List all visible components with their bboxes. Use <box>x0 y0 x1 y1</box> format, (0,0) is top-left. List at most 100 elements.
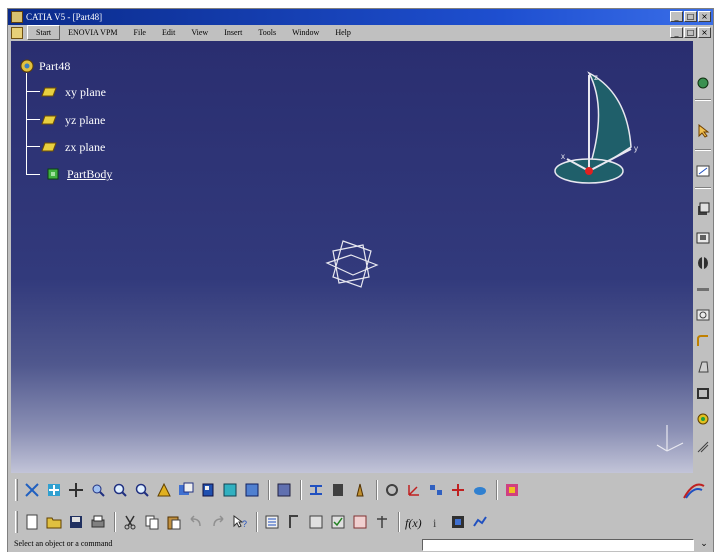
shaft-icon[interactable] <box>695 255 711 271</box>
axis-icon[interactable] <box>328 480 348 500</box>
undo-icon[interactable] <box>186 512 206 532</box>
tree-connector <box>26 119 40 120</box>
select-icon[interactable] <box>695 123 711 139</box>
command-dropdown-icon[interactable]: ⌄ <box>698 539 710 551</box>
apply-material-icon[interactable] <box>382 480 402 500</box>
toolbar-grip[interactable] <box>15 479 18 501</box>
knowledge-icon[interactable] <box>426 480 446 500</box>
3d-viewport[interactable]: Part48 xy plane yz plane zx plane PartBo… <box>11 41 693 473</box>
new-icon[interactable] <box>22 512 42 532</box>
shell-icon[interactable] <box>695 385 711 401</box>
plane-icon <box>41 115 57 125</box>
whats-this-icon[interactable]: ? <box>230 512 250 532</box>
hide-show-icon[interactable] <box>242 480 262 500</box>
menu-view[interactable]: View <box>183 26 216 39</box>
compass-tool-icon[interactable] <box>695 75 711 91</box>
zoom-area-icon[interactable] <box>88 480 108 500</box>
pad-icon[interactable] <box>695 201 711 217</box>
boolean-icon[interactable] <box>695 411 711 427</box>
menu-insert[interactable]: Insert <box>216 26 250 39</box>
swap-visible-space-icon[interactable] <box>274 480 294 500</box>
sketcher-icon[interactable] <box>695 163 711 179</box>
info-icon[interactable]: i <box>426 512 446 532</box>
hole-icon[interactable] <box>695 307 711 323</box>
doc-minimize-button[interactable]: _ <box>670 27 683 38</box>
rib-icon[interactable] <box>695 281 711 297</box>
toolbar-separator <box>268 480 270 500</box>
normal-view-icon[interactable] <box>154 480 174 500</box>
menu-help[interactable]: Help <box>327 26 359 39</box>
reaction-icon[interactable] <box>350 512 370 532</box>
svg-text:f(x): f(x) <box>405 516 422 530</box>
document-icon[interactable] <box>11 26 23 39</box>
copy-icon[interactable] <box>142 512 162 532</box>
compass-z-label: z <box>594 73 598 82</box>
fit-all-icon[interactable] <box>22 480 42 500</box>
pan-icon[interactable] <box>44 480 64 500</box>
menu-window[interactable]: Window <box>284 26 327 39</box>
multi-view-icon[interactable] <box>176 480 196 500</box>
pocket-icon[interactable] <box>695 229 711 245</box>
rendering-style-icon[interactable] <box>502 480 522 500</box>
measure-icon[interactable] <box>306 480 326 500</box>
part-icon <box>20 59 34 73</box>
f-of-x-icon[interactable]: f(x) <box>404 512 424 532</box>
status-message: Select an object or a command <box>14 539 113 548</box>
standard-toolbar: ? f(x) i <box>11 507 711 537</box>
product-icon[interactable] <box>448 512 468 532</box>
close-button[interactable]: × <box>698 11 711 22</box>
draft-icon[interactable] <box>695 359 711 375</box>
svg-text:i: i <box>433 516 437 530</box>
analysis-icon[interactable] <box>404 480 424 500</box>
parameters-icon[interactable] <box>284 512 304 532</box>
doc-close-button[interactable]: × <box>698 27 711 38</box>
zoom-in-icon[interactable] <box>110 480 130 500</box>
formula-icon[interactable] <box>262 512 282 532</box>
render-icon[interactable] <box>470 480 490 500</box>
maximize-button[interactable]: □ <box>684 11 697 22</box>
reference-planes[interactable] <box>321 237 383 295</box>
design-table-icon[interactable] <box>372 512 392 532</box>
command-input[interactable] <box>422 539 694 551</box>
tree-connector <box>26 91 40 92</box>
minimize-button[interactable]: _ <box>670 11 683 22</box>
rule-icon[interactable] <box>306 512 326 532</box>
sketch-analysis-icon[interactable] <box>448 480 468 500</box>
constraint-icon[interactable] <box>695 439 711 455</box>
menu-start[interactable]: Start <box>27 25 61 40</box>
publish-icon[interactable] <box>470 512 490 532</box>
catia-app-icon[interactable] <box>11 11 23 23</box>
menu-edit[interactable]: Edit <box>154 26 183 39</box>
menu-file[interactable]: File <box>126 26 154 39</box>
tree-item-label: zx plane <box>65 140 106 154</box>
save-icon[interactable] <box>66 512 86 532</box>
toolbar-grip[interactable] <box>15 511 18 533</box>
window-title: CATIA V5 - [Part48] <box>26 12 103 22</box>
menu-enovia[interactable]: ENOVIA VPM <box>60 26 125 39</box>
zoom-out-icon[interactable] <box>132 480 152 500</box>
doc-restore-button[interactable]: □ <box>684 27 697 38</box>
view-toolbar <box>11 475 711 505</box>
tree-item-label: PartBody <box>67 167 113 181</box>
open-icon[interactable] <box>44 512 64 532</box>
redo-icon[interactable] <box>208 512 228 532</box>
compass-x-label: x <box>561 152 565 161</box>
print-icon[interactable] <box>88 512 108 532</box>
tree-connector <box>26 174 40 175</box>
tree-root-label: Part48 <box>39 59 71 73</box>
plane-icon <box>41 87 57 97</box>
menu-tools[interactable]: Tools <box>250 26 284 39</box>
edge-fillet-icon[interactable] <box>695 333 711 349</box>
toolbar-separator <box>695 149 711 151</box>
shading-icon[interactable] <box>220 480 240 500</box>
title-bar: CATIA V5 - [Part48] _ □ × <box>8 9 713 25</box>
catalog-icon[interactable] <box>350 480 370 500</box>
plane-icon <box>41 142 57 152</box>
iso-view-icon[interactable] <box>198 480 218 500</box>
cut-icon[interactable] <box>120 512 140 532</box>
compass-icon[interactable]: z y x <box>549 63 649 193</box>
paste-icon[interactable] <box>164 512 184 532</box>
check-icon[interactable] <box>328 512 348 532</box>
rotate-icon[interactable] <box>66 480 86 500</box>
toolbar-separator <box>695 99 711 101</box>
